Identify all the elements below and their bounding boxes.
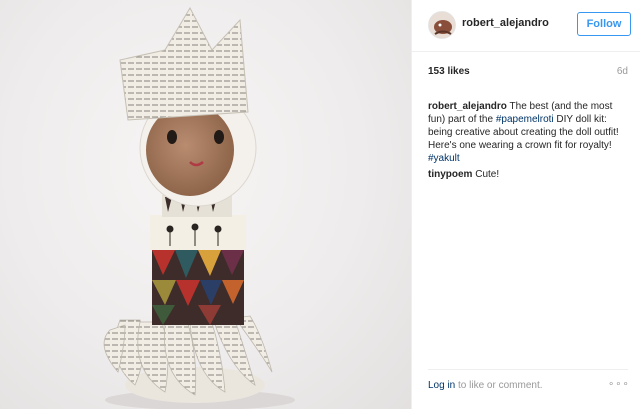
more-options-icon[interactable]: ∘∘∘ bbox=[608, 379, 630, 390]
footer-divider bbox=[428, 369, 628, 370]
login-prompt-text: to like or comment. bbox=[455, 380, 543, 391]
avatar[interactable] bbox=[428, 11, 456, 39]
post-time[interactable]: 6d bbox=[617, 66, 628, 77]
comment-username[interactable]: tinypoem bbox=[428, 169, 472, 180]
login-prompt: Log in to like or comment. bbox=[428, 380, 543, 391]
login-link[interactable]: Log in bbox=[428, 380, 455, 391]
paper-doll-image bbox=[103, 6, 295, 409]
avatar-image bbox=[429, 12, 455, 38]
comment-username[interactable]: robert_alejandro bbox=[428, 101, 507, 112]
comments-list: robert_alejandro The best (and the most … bbox=[428, 100, 632, 184]
post-header: robert_alejandro Follow bbox=[412, 0, 640, 52]
comment-text: Cute! bbox=[475, 169, 500, 180]
likes-row: 153 likes 6d bbox=[428, 66, 628, 80]
follow-button[interactable]: Follow bbox=[577, 12, 631, 36]
comment-item: robert_alejandro The best (and the most … bbox=[428, 100, 632, 165]
hashtag-link[interactable]: #yakult bbox=[428, 153, 460, 164]
post-photo[interactable] bbox=[0, 0, 411, 409]
hashtag-link[interactable]: #papemelroti bbox=[496, 114, 554, 125]
likes-count[interactable]: 153 likes bbox=[428, 66, 470, 77]
post-side-panel: robert_alejandro Follow 153 likes 6d rob… bbox=[411, 0, 640, 409]
comment-item: tinypoem Cute! bbox=[428, 168, 632, 181]
username-link[interactable]: robert_alejandro bbox=[462, 17, 549, 29]
